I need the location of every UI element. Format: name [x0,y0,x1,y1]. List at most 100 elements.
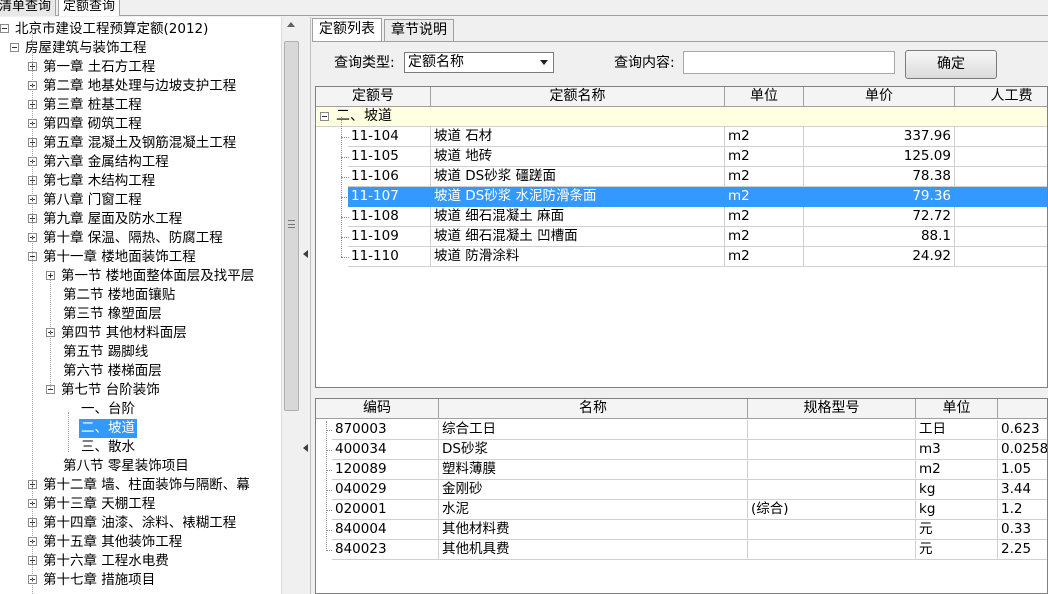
tree-node-label: 一、台阶 [81,401,135,417]
tab-quota-query[interactable]: 定额查询 [58,0,121,16]
tree-node-label: 第六章 金属结构工程 [43,154,169,170]
tree-node[interactable]: 三、散水 [79,438,137,457]
tree-node[interactable]: 第五节 踢脚线 [61,343,150,362]
table-row[interactable]: 11-108 坡道 细石混凝土 麻面 m2 72.72 [316,207,1047,227]
query-content-input[interactable] [683,51,895,74]
table-cell: 0.33 [998,520,1047,540]
tree-node-label: 第十五章 其他装饰工程 [43,534,183,550]
tree-node[interactable]: 第六节 楼梯面层 [61,362,164,381]
tree-node[interactable]: 第六章 金属结构工程 [28,153,171,172]
table-cell: 11-109 [348,227,431,247]
scroll-thumb[interactable] [284,41,299,411]
table-row[interactable]: 11-106 坡道 DS砂浆 礓蹉面 m2 78.38 [316,167,1047,187]
tree-node[interactable]: 第四章 砌筑工程 [28,115,144,134]
tree-node[interactable]: 第四节 其他材料面层 [46,324,189,343]
table-cell: 11-105 [348,147,431,167]
tab-chapter-notes[interactable]: 章节说明 [384,19,454,41]
column-header[interactable]: 定额名称 [431,87,725,107]
group-row[interactable]: 二、坡道 [316,107,1047,127]
tree-guide-line [50,279,51,389]
tree-node-label: 第七章 木结构工程 [43,173,156,189]
table-cell: m2 [725,147,804,167]
column-header[interactable] [998,399,1047,419]
tree-node[interactable]: 第十七章 措施项目 [28,571,157,590]
tree-scrollbar[interactable] [281,17,300,594]
collapse-left-icon[interactable] [303,250,308,258]
column-header[interactable]: 编码 [316,399,439,419]
tree-node[interactable]: 第十二章 墙、柱面装饰与隔断、幕 [28,476,252,495]
tree-node[interactable]: 第八章 门窗工程 [28,191,144,210]
column-header[interactable]: 规格型号 [748,399,916,419]
table-cell: 125.09 [804,147,955,167]
tree-node[interactable]: 第十三章 天棚工程 [28,495,157,514]
panel-splitter[interactable] [301,17,311,594]
query-type-value: 定额名称 [408,54,464,70]
column-header[interactable]: 人工费 [955,87,1047,107]
table-cell: 综合工日 [439,420,748,440]
table-cell [748,440,916,460]
tree-node-label: 第八节 零星装饰项目 [63,458,189,474]
collapse-left-icon[interactable] [303,444,308,452]
tree-node[interactable]: 一、台阶 [79,400,137,419]
table-row[interactable]: 020001 水泥 (综合) kg 1.2 [316,500,1047,520]
tree-node[interactable]: 第五章 混凝土及钢筋混凝土工程 [28,134,238,153]
table-row[interactable]: 840023 其他机具费 元 2.25 [316,540,1047,560]
table-cell: 020001 [332,500,439,520]
table-row[interactable]: 11-107 坡道 DS砂浆 水泥防滑条面 m2 79.36 [316,187,1047,207]
table-cell: m2 [725,167,804,187]
collapse-minus-icon[interactable] [320,112,329,121]
row-tree-tick [341,197,349,198]
confirm-button[interactable]: 确定 [905,50,997,79]
collapse-minus-icon[interactable] [10,42,19,52]
table-row[interactable]: 11-105 坡道 地砖 m2 125.09 [316,147,1047,167]
tree-node[interactable]: 第一章 土石方工程 [28,58,157,77]
tab-quota-list[interactable]: 定额列表 [312,18,382,42]
column-header[interactable]: 单价 [804,87,955,107]
table-cell: 水泥 [439,500,748,520]
table-cell: 2.25 [998,540,1047,560]
tree-node-label: 第四章 砌筑工程 [43,116,142,132]
top-tab-bar: 清单查询 定额查询 [0,0,1048,16]
tree-node[interactable]: 第十一章 楼地面装饰工程 [28,248,198,267]
tab-list-query[interactable]: 清单查询 [0,0,57,16]
table-row[interactable]: 11-109 坡道 细石混凝土 凹槽面 m2 88.1 [316,227,1047,247]
table-row[interactable]: 400034 DS砂浆 m3 0.0258 [316,440,1047,460]
tree-node[interactable]: 第七章 木结构工程 [28,172,157,191]
tree-node-label: 第十七章 措施项目 [43,572,156,588]
tree-node[interactable]: 第十四章 油漆、涂料、裱糊工程 [28,514,238,533]
table-cell: 坡道 细石混凝土 凹槽面 [431,227,725,247]
tree-node[interactable]: 第十章 保温、隔热、防腐工程 [28,229,225,248]
table-row[interactable]: 120089 塑料薄膜 m2 1.05 [316,460,1047,480]
query-content-label: 查询内容: [614,55,675,71]
tree-node[interactable]: 第八节 零星装饰项目 [61,457,191,476]
collapse-minus-icon[interactable] [0,23,9,33]
column-header[interactable]: 定额号 [316,87,431,107]
scroll-up-arrow-icon[interactable] [284,19,298,31]
row-tree-tick [326,450,332,451]
table-cell: m2 [725,207,804,227]
tree-node[interactable]: 第一节 楼地面整体面层及找平层 [46,267,256,286]
table-row[interactable]: 870003 综合工日 工日 0.623 [316,420,1047,440]
table-row[interactable]: 11-104 坡道 石材 m2 337.96 [316,127,1047,147]
tree-node[interactable]: 第十五章 其他装饰工程 [28,533,184,552]
grip-icon [288,220,295,228]
tree-node[interactable]: 第三节 橡塑面层 [61,305,164,324]
tree-node[interactable]: 第十六章 工程水电费 [28,552,171,571]
tree-node[interactable]: 第二章 地基处理与边坡支护工程 [28,77,238,96]
table-row[interactable]: 840004 其他材料费 元 0.33 [316,520,1047,540]
table-cell: 1.2 [998,500,1047,520]
tree-node[interactable]: 第七节 台阶装饰 [46,381,162,400]
query-type-select[interactable]: 定额名称 [404,52,554,73]
tree-node[interactable]: 二、坡道 [79,419,137,438]
table-row[interactable]: 040029 金刚砂 kg 3.44 [316,480,1047,500]
table-row[interactable]: 11-110 坡道 防滑涂料 m2 24.92 [316,247,1047,267]
column-header[interactable]: 单位 [725,87,804,107]
column-header[interactable]: 单位 [916,399,998,419]
column-header[interactable]: 名称 [439,399,748,419]
tree-node[interactable]: 第九章 屋面及防水工程 [28,210,184,229]
tree-node[interactable]: 房屋建筑与装饰工程 [10,39,149,58]
table-cell [748,480,916,500]
tree-node[interactable]: 第三章 桩基工程 [28,96,144,115]
table-cell: 坡道 DS砂浆 礓蹉面 [431,167,725,187]
tree-node[interactable]: 第二节 楼地面镶贴 [61,286,177,305]
